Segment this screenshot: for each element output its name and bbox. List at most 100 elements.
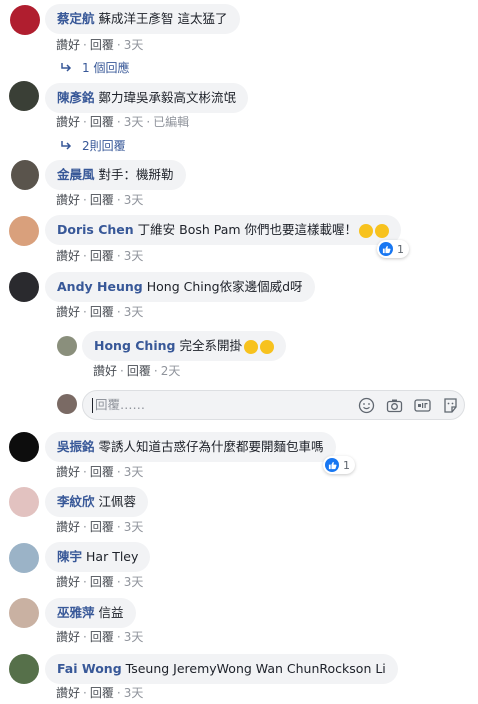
comment-actions: 讚好 · 回覆 · 3天 [56, 463, 143, 480]
reply-input[interactable]: 回覆…… [82, 390, 465, 420]
comment-bubble: Andy Heung Hong Ching依家邊個威d呀 [45, 272, 315, 302]
timestamp[interactable]: 3天 [124, 249, 144, 263]
comment-author[interactable]: Doris Chen [57, 222, 134, 237]
reply-link[interactable]: 回覆 [90, 193, 114, 207]
reply-bubble: Hong Ching 完全系開掛 [82, 331, 286, 361]
like-link[interactable]: 讚好 [56, 520, 80, 534]
like-link[interactable]: 讚好 [56, 38, 80, 52]
reply-author[interactable]: Hong Ching [94, 338, 175, 353]
reply-link[interactable]: 回覆 [90, 249, 114, 263]
comment-bubble: 巫雅萍 信益 [45, 598, 136, 628]
avatar[interactable] [11, 160, 39, 190]
separator: · [83, 465, 87, 479]
comment-actions: 讚好 · 回覆 · 3天 [56, 518, 143, 535]
timestamp[interactable]: 2天 [161, 364, 181, 378]
comment-actions: 讚好 · 回覆 · 3天 · 已編輯 [56, 113, 189, 130]
like-link[interactable]: 讚好 [93, 364, 117, 378]
comment-bubble: 陳宇 Har Tley [45, 542, 151, 572]
timestamp[interactable]: 3天 [124, 630, 144, 644]
separator: · [83, 249, 87, 263]
reply-link[interactable]: 回覆 [90, 520, 114, 534]
separator: · [120, 364, 124, 378]
comment-author[interactable]: 李紋欣 [57, 494, 95, 509]
like-link[interactable]: 讚好 [56, 193, 80, 207]
comment-text: 江佩蓉 [98, 494, 137, 509]
reply-actions: 讚好 · 回覆 · 2天 [93, 362, 180, 379]
reply-link[interactable]: 回覆 [90, 686, 114, 700]
laughing-emoji-icon [243, 339, 258, 354]
reply-link[interactable]: 回覆 [90, 465, 114, 479]
separator: · [116, 630, 121, 644]
comment-author[interactable]: 金晨風 [57, 167, 95, 182]
reply-link[interactable]: 回覆 [90, 115, 114, 129]
timestamp[interactable]: 3天 [124, 575, 144, 589]
separator: · [153, 364, 158, 378]
comment-actions: 讚好 · 回覆 · 3天 [56, 36, 143, 53]
avatar[interactable] [9, 81, 39, 111]
avatar[interactable] [9, 598, 39, 628]
view-replies-link[interactable]: 1 個回應 [60, 59, 129, 76]
reaction-count[interactable]: 1 [323, 456, 355, 474]
reply-input-placeholder: 回覆…… [95, 397, 146, 412]
current-user-avatar [57, 394, 77, 414]
rofl-emoji-icon [359, 223, 374, 238]
reply-link[interactable]: 回覆 [90, 575, 114, 589]
comment-bubble: 陳彥銘 鄭力瑋吳承毅高文彬流氓 [45, 83, 249, 113]
camera-icon[interactable] [386, 397, 403, 414]
like-link[interactable]: 讚好 [56, 465, 80, 479]
like-link[interactable]: 讚好 [56, 249, 80, 263]
timestamp[interactable]: 3天 [124, 686, 144, 700]
separator: · [116, 465, 121, 479]
comment-author[interactable]: 陳宇 [57, 549, 82, 564]
avatar[interactable] [10, 5, 40, 35]
comment-author[interactable]: 吳振銘 [57, 439, 95, 454]
gif-icon[interactable] [414, 397, 431, 414]
like-link[interactable]: 讚好 [56, 686, 80, 700]
avatar[interactable] [9, 272, 39, 302]
like-link[interactable]: 讚好 [56, 630, 80, 644]
like-reaction-icon [379, 242, 393, 256]
avatar[interactable] [9, 487, 39, 517]
comment-author[interactable]: 陳彥銘 [57, 90, 95, 105]
avatar[interactable] [9, 654, 39, 684]
comment-bubble: Doris Chen 丁維安 Bosh Pam 你們也要這樣載喔！ [45, 215, 402, 245]
timestamp[interactable]: 3天 [124, 465, 144, 479]
reply-link[interactable]: 回覆 [90, 630, 114, 644]
timestamp[interactable]: 3天 [124, 193, 144, 207]
rofl-emoji-icon [375, 223, 390, 238]
sticker-icon[interactable] [442, 397, 459, 414]
like-link[interactable]: 讚好 [56, 305, 80, 319]
reply-link[interactable]: 回覆 [127, 364, 151, 378]
edited-label[interactable]: 已編輯 [153, 115, 189, 129]
comment-actions: 讚好 · 回覆 · 3天 [56, 628, 143, 645]
view-replies-link[interactable]: 2則回覆 [60, 137, 126, 154]
like-link[interactable]: 讚好 [56, 575, 80, 589]
separator: · [116, 193, 121, 207]
comment-author[interactable]: Andy Heung [57, 279, 143, 294]
reaction-number: 1 [397, 242, 404, 256]
avatar[interactable] [9, 543, 39, 573]
comment-author[interactable]: 蔡定航 [57, 11, 95, 26]
emoji-icon[interactable] [358, 397, 375, 414]
comment-text: Har Tley [86, 549, 139, 564]
reaction-count[interactable]: 1 [377, 240, 409, 258]
timestamp[interactable]: 3天 [124, 115, 144, 129]
avatar[interactable] [9, 216, 39, 246]
comment-author[interactable]: Fai Wong [57, 661, 122, 676]
avatar[interactable] [9, 432, 39, 462]
like-link[interactable]: 讚好 [56, 115, 80, 129]
reply-link[interactable]: 回覆 [90, 305, 114, 319]
separator: · [83, 193, 87, 207]
separator: · [116, 38, 121, 52]
laughing-emoji-icon [259, 339, 274, 354]
comment-bubble: 金晨風 對手：機掰勒 [45, 160, 186, 190]
timestamp[interactable]: 3天 [124, 38, 144, 52]
like-reaction-icon [325, 458, 339, 472]
timestamp[interactable]: 3天 [124, 520, 144, 534]
reply-link[interactable]: 回覆 [90, 38, 114, 52]
avatar[interactable] [57, 336, 77, 356]
separator: · [116, 686, 121, 700]
comment-text: 對手：機掰勒 [98, 167, 174, 182]
comment-author[interactable]: 巫雅萍 [57, 605, 95, 620]
timestamp[interactable]: 3天 [124, 305, 144, 319]
